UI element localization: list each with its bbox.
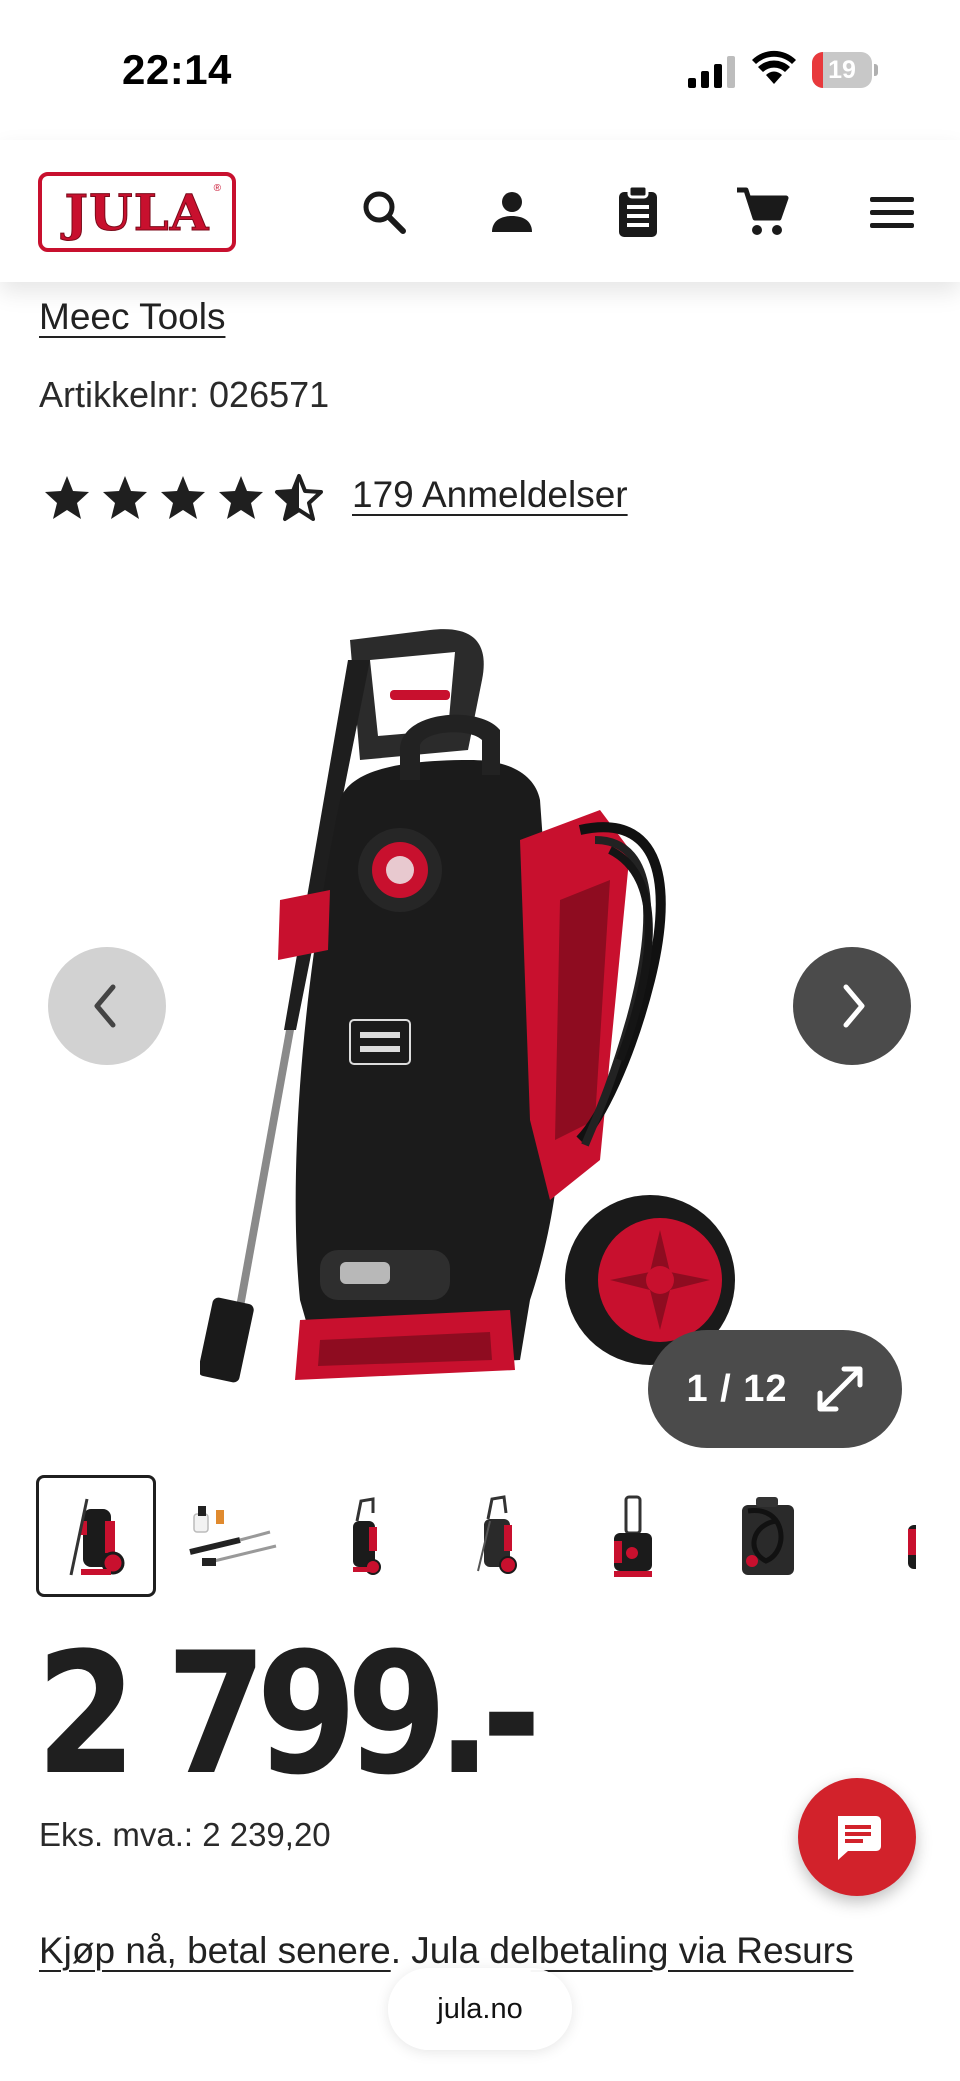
buy-now-pay-later-link[interactable]: Kjøp nå, betal senere xyxy=(39,1930,391,1971)
image-counter: 1 / 12 xyxy=(686,1367,788,1410)
chat-button[interactable] xyxy=(798,1778,916,1896)
article-number-value: 026571 xyxy=(209,374,330,415)
brand-link[interactable]: Meec Tools xyxy=(39,296,225,338)
thumbnail-3[interactable] xyxy=(304,1475,424,1597)
browser-url-bar[interactable]: jula.no xyxy=(388,1968,572,2050)
star-icon xyxy=(45,476,89,519)
thumbnail-7[interactable] xyxy=(840,1475,916,1597)
site-header: JULA ® xyxy=(0,140,960,282)
status-time: 22:14 xyxy=(122,46,232,93)
expand-icon xyxy=(817,1366,863,1412)
clipboard-icon xyxy=(619,185,657,237)
thumbnail-6[interactable] xyxy=(706,1475,826,1597)
thumbnail-2[interactable] xyxy=(170,1475,290,1597)
next-image-button[interactable] xyxy=(793,947,911,1065)
article-number: Artikkelnr: 026571 xyxy=(39,374,329,416)
previous-image-button[interactable] xyxy=(48,947,166,1065)
search-button[interactable] xyxy=(352,180,416,244)
financing-text: . Jula de xyxy=(390,1930,531,1971)
product-price: 2 799.- xyxy=(36,1616,541,1812)
chevron-right-icon xyxy=(843,984,865,1028)
menu-button[interactable] xyxy=(860,180,924,244)
shopping-list-button[interactable] xyxy=(606,180,670,244)
chat-icon xyxy=(838,1816,881,1860)
logo-text: JULA xyxy=(64,182,210,242)
thumbnail-5[interactable] xyxy=(572,1475,692,1597)
financing-info: Kjøp nå, betal senere. Jula delbetaling … xyxy=(39,1930,853,1972)
battery-icon: 19 xyxy=(812,52,878,88)
article-number-label: Artikkelnr: xyxy=(39,374,200,415)
menu-icon xyxy=(870,197,914,228)
price-ex-vat: Eks. mva.: 2 239,20 xyxy=(39,1816,331,1853)
wifi-icon xyxy=(752,50,796,84)
product-gallery: 1 / 12 xyxy=(0,580,960,1450)
account-button[interactable] xyxy=(480,180,544,244)
star-icon xyxy=(219,476,263,519)
pressure-washer-image[interactable] xyxy=(200,600,760,1420)
resurs-financing-link[interactable]: lbetaling via Resurs xyxy=(531,1930,854,1971)
thumbnail-1[interactable] xyxy=(36,1475,156,1597)
star-icon xyxy=(161,476,205,519)
reviews-link[interactable]: 179 Anmeldelser xyxy=(352,474,628,516)
chevron-left-icon xyxy=(94,984,116,1028)
half-star-icon xyxy=(275,474,323,521)
search-icon xyxy=(363,191,406,234)
star-icon xyxy=(103,476,147,519)
account-icon xyxy=(492,192,532,232)
jula-logo[interactable]: JULA ® xyxy=(38,172,236,252)
cellular-signal-icon xyxy=(688,56,735,88)
cart-button[interactable] xyxy=(730,180,794,244)
thumbnail-4[interactable] xyxy=(438,1475,558,1597)
battery-level: 19 xyxy=(828,56,856,84)
thumbnail-strip xyxy=(36,1475,916,1597)
status-bar: 22:14 19 xyxy=(0,0,960,140)
image-counter-fullscreen-button[interactable]: 1 / 12 xyxy=(648,1330,902,1448)
cart-icon xyxy=(737,187,789,235)
rating-stars[interactable] xyxy=(42,470,332,526)
